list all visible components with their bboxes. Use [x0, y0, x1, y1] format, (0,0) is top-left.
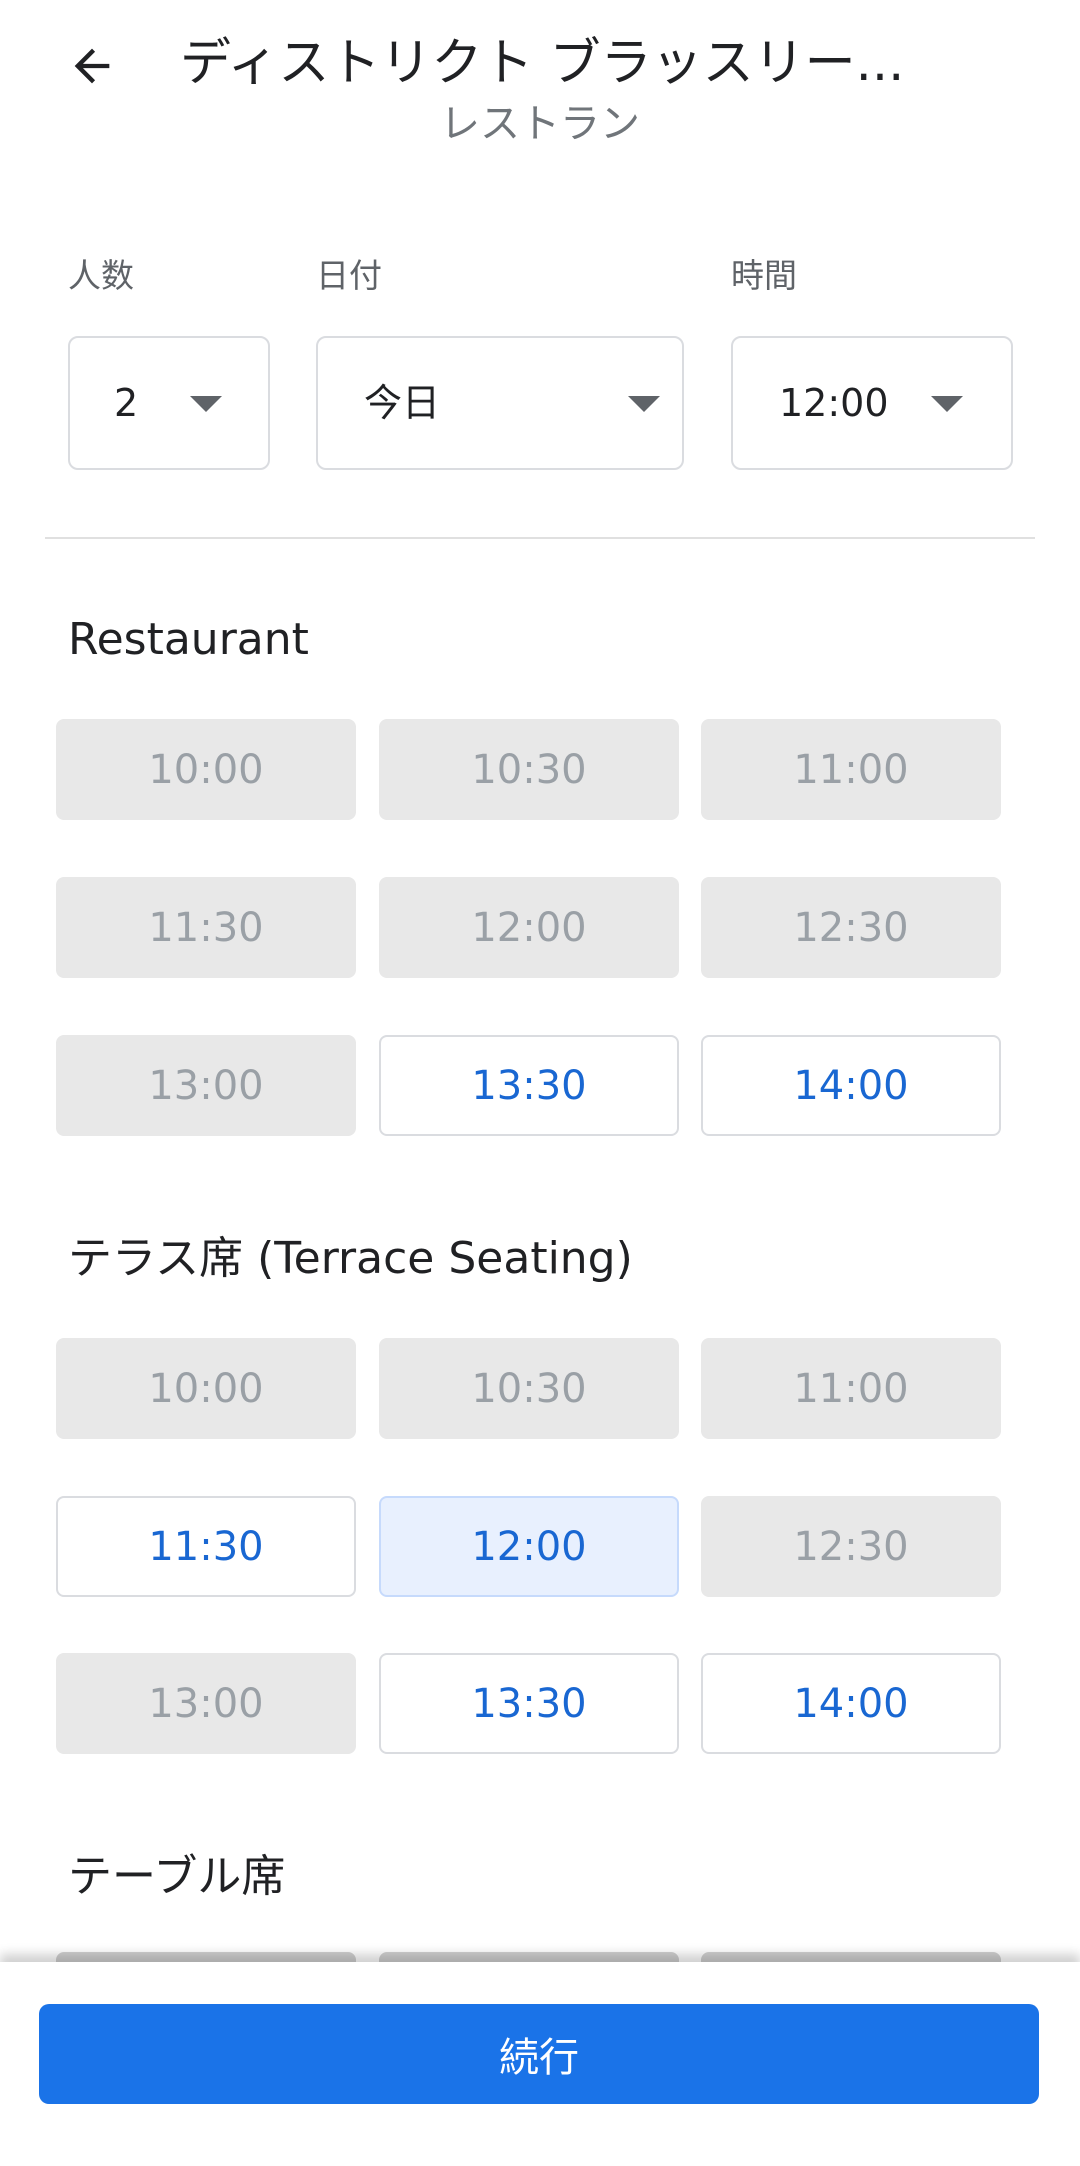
time-slot[interactable]: 13:30	[379, 1653, 679, 1754]
dropdown-arrow-icon	[931, 396, 963, 412]
divider	[45, 537, 1035, 539]
time-slot: 10:30	[379, 1338, 679, 1439]
section-title: Restaurant	[68, 614, 309, 665]
time-slot: 12:00	[379, 877, 679, 978]
party-size-label: 人数	[68, 256, 134, 295]
time-slot[interactable]: 11:30	[56, 1496, 356, 1597]
time-select[interactable]: 12:00	[731, 336, 1013, 470]
time-slot: 13:00	[56, 1035, 356, 1136]
page-title: ディストリクト ブラッスリー...	[180, 34, 900, 93]
bottom-action-bar: 続行	[0, 1962, 1080, 2166]
time-slot: 10:00	[56, 1338, 356, 1439]
date-label: 日付	[316, 256, 382, 295]
app-header: ディストリクト ブラッスリー... レストラン	[0, 0, 1080, 170]
time-value: 12:00	[779, 381, 889, 425]
continue-button[interactable]: 続行	[39, 2004, 1039, 2104]
time-slot[interactable]: 13:30	[379, 1035, 679, 1136]
time-slot: 11:00	[701, 719, 1001, 820]
time-slot: 10:30	[379, 719, 679, 820]
party-size-value: 2	[114, 381, 139, 425]
time-label: 時間	[731, 256, 797, 295]
section-title: テーブル席	[68, 1851, 286, 1902]
time-slot[interactable]: 14:00	[701, 1653, 1001, 1754]
time-slot: 13:00	[56, 1653, 356, 1754]
time-slot: 10:00	[56, 719, 356, 820]
date-select[interactable]: 今日	[316, 336, 684, 470]
page-subtitle: レストラン	[440, 101, 640, 147]
arrow-left-icon	[74, 48, 110, 84]
time-slot: 12:30	[701, 877, 1001, 978]
time-slot: 12:30	[701, 1496, 1001, 1597]
time-slot: 11:30	[56, 877, 356, 978]
back-button[interactable]	[56, 30, 128, 102]
time-slot[interactable]: 14:00	[701, 1035, 1001, 1136]
party-size-select[interactable]: 2	[68, 336, 270, 470]
dropdown-arrow-icon	[628, 396, 660, 412]
time-slot: 11:00	[701, 1338, 1001, 1439]
section-title: テラス席 (Terrace Seating)	[68, 1233, 633, 1284]
time-slot[interactable]: 12:00	[379, 1496, 679, 1597]
dropdown-arrow-icon	[190, 396, 222, 412]
date-value: 今日	[364, 381, 441, 425]
